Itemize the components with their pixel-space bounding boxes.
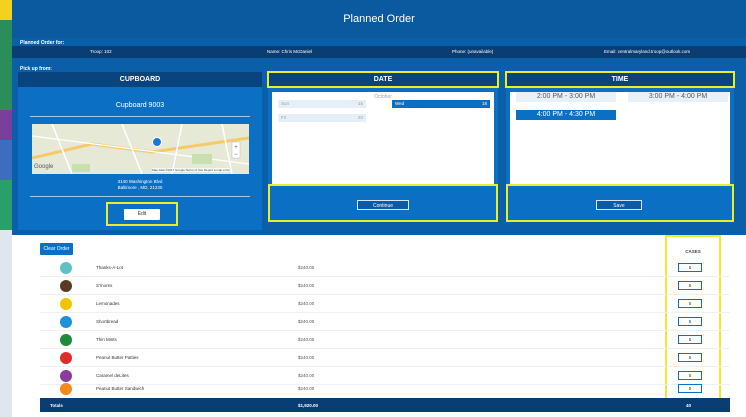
day-number: 20: [357, 115, 363, 120]
table-row: Peanut Butter Patties $240.00 5: [40, 349, 730, 367]
cookie-color-dot: [60, 352, 72, 364]
cookie-name: Lemonades: [96, 301, 120, 306]
table-row: Thanks-A-Lot $240.00 5: [40, 259, 730, 277]
day-label: Fri: [281, 115, 287, 120]
day-number: 18: [481, 101, 487, 106]
cookie-color-dot: [60, 280, 72, 292]
cookie-price: $240.00: [298, 319, 315, 324]
time-slot-4pm[interactable]: 4:00 PM - 4:30 PM: [516, 110, 616, 120]
divider: [30, 116, 250, 117]
cupboard-address: 3140 Washington Blvd Baltimore , MD, 212…: [18, 179, 262, 191]
table-row: Lemonades $240.00 5: [40, 295, 730, 313]
edit-button[interactable]: Edit: [124, 209, 160, 220]
cases-input[interactable]: 5: [678, 371, 702, 380]
cookie-price: $240.00: [298, 337, 315, 342]
date-option-fri[interactable]: Fri 20: [278, 114, 366, 122]
cupboard-heading: CUPBOARD: [18, 72, 262, 87]
phone-text: Phone: (unavailable): [452, 49, 494, 54]
cookie-price: $240.00: [298, 355, 315, 360]
customer-info-bar: Troop: 102 Name: Chris McDaniel Phone: (…: [12, 46, 746, 58]
cookie-price: $240.00: [298, 283, 315, 288]
cookie-color-dot: [60, 383, 72, 395]
table-row: Thin Mints $240.00 5: [40, 331, 730, 349]
cookie-name: Thin Mints: [96, 337, 117, 342]
map-graphic: + −: [32, 124, 249, 174]
date-option-sun[interactable]: Sun 15: [278, 100, 366, 108]
totals-label: Totals: [50, 403, 63, 408]
day-label: Wed: [395, 101, 405, 106]
cookie-name: Peanut Butter Sandwich: [96, 386, 145, 391]
totals-row: Totals $1,920.00 40: [40, 398, 730, 412]
totals-cases: 40: [686, 403, 692, 408]
cases-input[interactable]: 5: [678, 384, 702, 393]
cases-header: CASES: [685, 249, 701, 254]
day-label: Sun: [281, 101, 290, 106]
cases-input[interactable]: 5: [678, 317, 702, 326]
save-button[interactable]: Save: [596, 200, 642, 210]
cookie-name: Shortbread: [96, 319, 119, 324]
date-panel: DATE October Sun 15 Wed 18 Fri 20 Contin…: [267, 71, 499, 222]
cases-input[interactable]: 5: [678, 263, 702, 272]
svg-text:−: −: [234, 152, 238, 158]
order-header-section: Planned Order Planned Order for: Troop: …: [12, 0, 746, 235]
table-row: Peanut Butter Sandwich $240.00 5: [40, 380, 730, 398]
email-text: Email: centralmaryland.troop@outlook.com: [604, 49, 691, 54]
save-frame: Save: [506, 184, 734, 222]
cookie-color-dot: [60, 316, 72, 328]
time-panel: TIME 2:00 PM - 3:00 PM 3:00 PM - 4:00 PM…: [505, 71, 735, 222]
date-option-wed[interactable]: Wed 18: [392, 100, 490, 108]
decorative-strip: [0, 0, 12, 417]
clear-order-button[interactable]: Clear Order: [40, 243, 73, 255]
day-number: 15: [357, 101, 363, 106]
time-heading: TIME: [505, 71, 735, 88]
order-table: Clear Order CASES Thanks-A-Lot $240.00 5…: [12, 235, 746, 417]
cookie-price: $240.00: [298, 373, 315, 378]
cookie-name: Thanks-A-Lot: [96, 265, 124, 270]
map-logo: Google: [34, 164, 54, 170]
cookie-name: S'mores: [96, 283, 113, 288]
date-heading: DATE: [267, 71, 499, 88]
location-map[interactable]: + − Google Map data ©2017 Google Terms o…: [32, 124, 249, 174]
cookie-price: $240.00: [298, 386, 315, 391]
time-picker: 2:00 PM - 3:00 PM 3:00 PM - 4:00 PM 4:00…: [510, 92, 730, 192]
totals-price: $1,920.00: [298, 403, 319, 408]
time-slot-3pm[interactable]: 3:00 PM - 4:00 PM: [628, 92, 728, 102]
table-row: S'mores $240.00 5: [40, 277, 730, 295]
planned-order-app: Planned Order Planned Order for: Troop: …: [12, 0, 746, 417]
continue-frame: Continue: [268, 184, 498, 222]
name-text: Name: Chris McDaniel: [267, 49, 313, 54]
time-slot-2pm[interactable]: 2:00 PM - 3:00 PM: [516, 92, 616, 102]
cookie-name: Peanut Butter Patties: [96, 355, 139, 360]
cases-input[interactable]: 5: [678, 353, 702, 362]
cookie-color-dot: [60, 334, 72, 346]
address-line-2: Baltimore , MD, 21230: [117, 185, 163, 190]
date-picker: October Sun 15 Wed 18 Fri 20: [272, 92, 494, 192]
cookie-price: $240.00: [298, 301, 315, 306]
troop-text: Troop: 102: [90, 49, 112, 54]
cupboard-name: Cupboard 9003: [115, 102, 165, 109]
table-row: Shortbread $240.00 5: [40, 313, 730, 331]
map-attribution: Map data ©2017 Google Terms of Use Repor…: [152, 168, 230, 172]
cookie-color-dot: [60, 298, 72, 310]
cases-input[interactable]: 5: [678, 299, 702, 308]
cupboard-panel: CUPBOARD Cupboard 9003 + − Google Map da…: [18, 72, 262, 230]
cases-input[interactable]: 5: [678, 335, 702, 344]
svg-text:+: +: [234, 145, 238, 151]
cases-input[interactable]: 5: [678, 281, 702, 290]
cookie-color-dot: [60, 262, 72, 274]
continue-button[interactable]: Continue: [357, 200, 409, 210]
edit-button-frame: Edit: [106, 202, 178, 226]
cookie-price: $240.00: [298, 265, 315, 270]
divider: [30, 196, 250, 197]
cookie-name: Caramel deLites: [96, 373, 129, 378]
page-title: Planned Order: [12, 0, 746, 38]
